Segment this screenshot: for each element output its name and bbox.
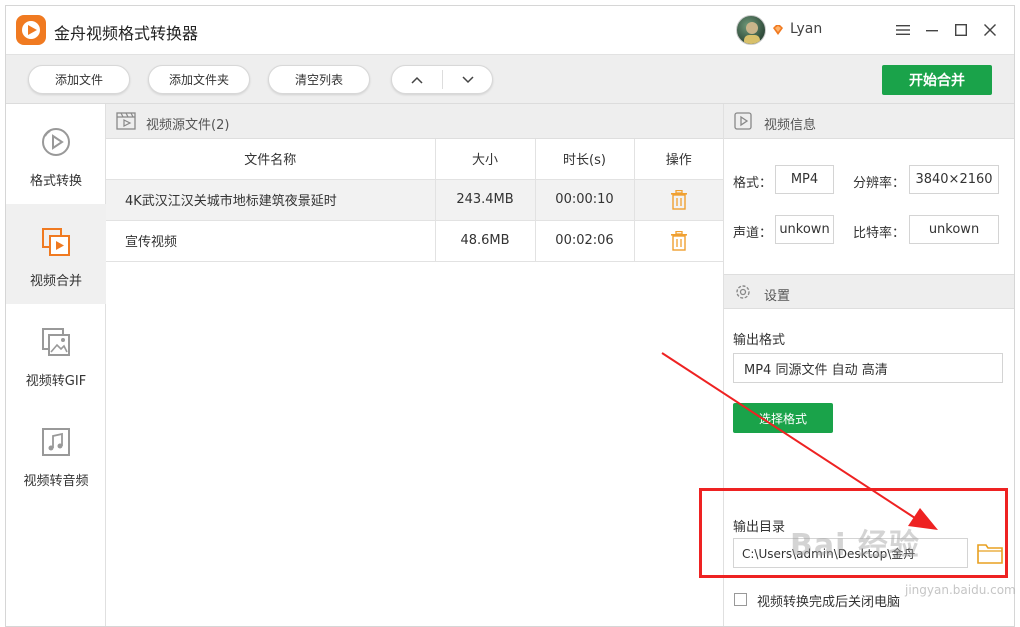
channel-value: unkown <box>775 215 834 244</box>
video-merge-icon <box>42 228 70 256</box>
output-format-field[interactable]: MP4 同源文件 自动 高清 <box>733 353 1003 383</box>
bitrate-value: unkown <box>909 215 999 244</box>
output-format-label: 输出格式 <box>733 333 786 348</box>
action-cell <box>634 179 723 221</box>
add-folder-button[interactable]: 添加文件夹 <box>148 65 250 94</box>
trash-icon[interactable] <box>670 189 688 210</box>
file-name: 4K武汉江汉关城市地标建筑夜景延时 <box>106 179 436 221</box>
format-label: 格式： <box>733 176 773 191</box>
sidebar-item-video-to-gif[interactable]: 视频转GIF <box>6 304 106 404</box>
file-list-panel: 视频源文件(2) 文件名称 大小 时长(s) 操作 4K武汉江汉关城市地标建筑夜… <box>106 104 723 626</box>
watermark-url: jingyan.baidu.com <box>905 583 1016 597</box>
format-value: MP4 <box>775 165 834 194</box>
avatar[interactable] <box>736 15 766 45</box>
video-info-title: 视频信息 <box>764 118 817 133</box>
toolbar: 添加文件 添加文件夹 清空列表 开始合并 <box>6 54 1014 104</box>
close-icon[interactable] <box>978 18 1002 42</box>
settings-title: 设置 <box>764 289 791 304</box>
start-merge-button[interactable]: 开始合并 <box>882 65 992 95</box>
action-cell <box>634 220 723 262</box>
gif-image-icon <box>42 328 70 356</box>
column-header-action: 操作 <box>634 139 723 180</box>
move-up-button[interactable] <box>392 66 442 93</box>
column-header-size[interactable]: 大小 <box>435 139 536 180</box>
table-header-row: 文件名称 大小 时长(s) 操作 <box>106 139 723 180</box>
title-bar: 金舟视频格式转换器 Lyan <box>6 6 1014 54</box>
sidebar-item-label: 视频合并 <box>29 274 82 289</box>
app-logo-icon <box>16 15 46 45</box>
shutdown-checkbox[interactable] <box>734 593 747 606</box>
settings-header: 设置 <box>724 274 1014 309</box>
bitrate-label: 比特率： <box>853 226 906 241</box>
format-convert-icon <box>42 128 70 156</box>
file-list-title: 视频源文件(2) <box>146 118 230 133</box>
move-buttons <box>391 65 493 94</box>
file-list-header: 视频源文件(2) <box>106 104 723 139</box>
file-duration: 00:00:10 <box>535 179 635 221</box>
film-icon <box>116 112 136 130</box>
sidebar-item-label: 格式转换 <box>29 174 82 189</box>
sidebar-item-video-to-audio[interactable]: 视频转音频 <box>6 404 106 504</box>
channel-label: 声道： <box>733 226 773 241</box>
file-name: 宣传视频 <box>106 220 436 262</box>
table-row[interactable]: 宣传视频 48.6MB 00:02:06 <box>106 220 723 262</box>
sidebar-item-label: 视频转音频 <box>23 474 89 489</box>
column-header-name[interactable]: 文件名称 <box>106 139 436 180</box>
watermark: Bai 经验 <box>790 528 920 563</box>
file-table: 文件名称 大小 时长(s) 操作 4K武汉江汉关城市地标建筑夜景延时 243.4… <box>106 139 723 262</box>
clear-list-button[interactable]: 清空列表 <box>268 65 370 94</box>
chevron-down-icon <box>462 75 474 83</box>
maximize-icon[interactable] <box>949 18 973 42</box>
video-info-icon <box>734 112 752 130</box>
sidebar-item-label: 视频转GIF <box>25 374 87 389</box>
chevron-up-icon <box>411 76 423 84</box>
sidebar-item-video-merge[interactable]: 视频合并 <box>6 204 106 304</box>
resolution-label: 分辨率： <box>853 176 906 191</box>
column-header-duration[interactable]: 时长(s) <box>535 139 635 180</box>
sidebar: 格式转换 视频合并 视频转GIF 视频转音频 <box>6 104 106 626</box>
add-file-button[interactable]: 添加文件 <box>28 65 130 94</box>
music-note-icon <box>42 428 70 456</box>
shutdown-label: 视频转换完成后关闭电脑 <box>757 595 901 610</box>
minimize-icon[interactable] <box>920 18 944 42</box>
username: Lyan <box>790 21 823 37</box>
choose-format-button[interactable]: 选择格式 <box>733 403 833 433</box>
table-row[interactable]: 4K武汉江汉关城市地标建筑夜景延时 243.4MB 00:00:10 <box>106 179 723 221</box>
resolution-value: 3840×2160 <box>909 165 999 194</box>
gear-icon <box>736 285 750 299</box>
trash-icon[interactable] <box>670 230 688 251</box>
video-info-header: 视频信息 <box>724 104 1014 139</box>
file-duration: 00:02:06 <box>535 220 635 262</box>
move-down-button[interactable] <box>443 66 493 93</box>
file-size: 48.6MB <box>435 220 536 262</box>
sidebar-item-format-convert[interactable]: 格式转换 <box>6 104 106 204</box>
app-title: 金舟视频格式转换器 <box>54 24 199 43</box>
menu-icon[interactable] <box>891 18 915 42</box>
vip-diamond-icon <box>773 25 783 35</box>
file-size: 243.4MB <box>435 179 536 221</box>
